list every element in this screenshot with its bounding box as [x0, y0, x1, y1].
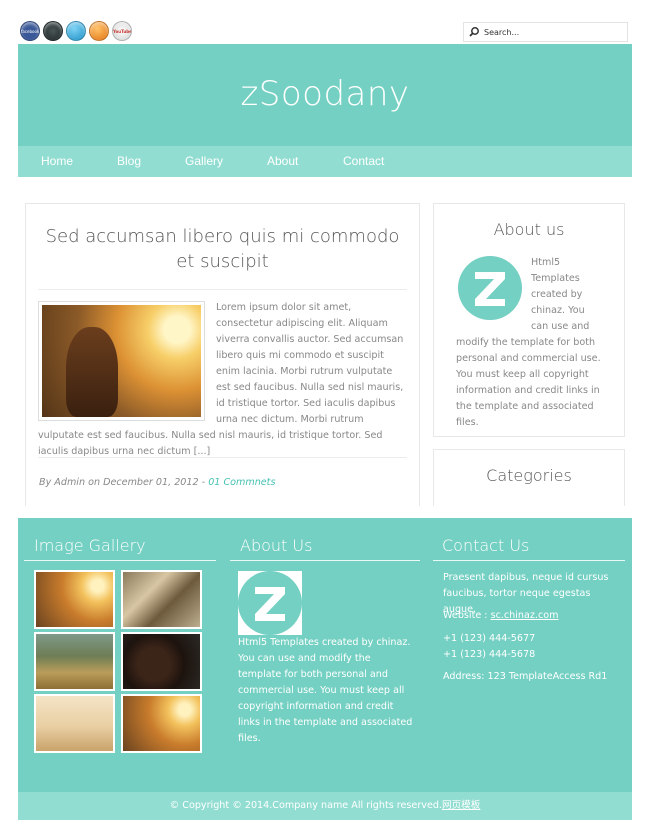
search-input[interactable] [484, 24, 624, 40]
twitter-icon[interactable] [66, 21, 86, 41]
sidebar-about: About us Html5 Templates created by chin… [433, 203, 625, 437]
gallery-thumb-6[interactable] [121, 694, 202, 753]
comments-link[interactable]: 01 Commnets [208, 477, 275, 488]
nav-gallery[interactable]: Gallery [185, 154, 223, 168]
youtube-icon[interactable]: YouTube [112, 21, 132, 41]
contact-address: Address: 123 TemplateAccess Rd1 [443, 671, 608, 682]
divider [433, 560, 625, 561]
gallery-thumb-2[interactable] [121, 570, 202, 629]
contact-phone-1: +1 (123) 444-5677 [443, 633, 536, 644]
search-box [463, 22, 628, 42]
contact-phone-2: +1 (123) 444-5678 [443, 649, 536, 660]
gallery-title: Image Gallery [34, 536, 146, 555]
website-label: Website : [443, 610, 491, 621]
main-nav: Home Blog Gallery About Contact [18, 146, 632, 177]
contact-title: Contact Us [442, 536, 530, 555]
blog-post: Sed accumsan libero quis mi commodo et s… [25, 203, 420, 506]
nav-home[interactable]: Home [41, 154, 73, 168]
gallery-thumb-5[interactable] [34, 694, 115, 753]
footer-about-text: Html5 Templates created by chinaz. You c… [238, 637, 413, 744]
gallery-thumb-1[interactable] [34, 570, 115, 629]
divider [24, 560, 216, 561]
post-title[interactable]: Sed accumsan libero quis mi commodo et s… [36, 224, 409, 274]
divider [38, 289, 407, 290]
sidebar-about-title: About us [493, 220, 565, 239]
nav-contact[interactable]: Contact [343, 154, 384, 168]
website-link[interactable]: sc.chinaz.com [491, 610, 559, 621]
site-header: zSoodany [18, 44, 632, 146]
rss-icon[interactable] [89, 21, 109, 41]
gallery-thumb-3[interactable] [34, 632, 115, 691]
copyright-link[interactable]: 网页模板 [442, 800, 480, 811]
social-icons: facebook YouTube [20, 21, 132, 41]
facebook-icon[interactable]: facebook [20, 21, 40, 41]
copyright-text: © Copyright © 2014.Company name All righ… [169, 800, 442, 811]
nav-about[interactable]: About [267, 154, 298, 168]
top-bar: facebook YouTube [20, 20, 630, 44]
contact-website: Website : sc.chinaz.com [443, 608, 623, 624]
sidebar-categories-title: Categories [486, 466, 572, 485]
gallery-thumb-4[interactable] [121, 632, 202, 691]
post-meta: By Admin on December 01, 2012 - 01 Commn… [39, 477, 275, 488]
post-author-date: By Admin on December 01, 2012 - [39, 477, 209, 488]
post-image[interactable] [38, 301, 205, 421]
footer-about-title: About Us [240, 536, 313, 555]
sidebar-categories: Categories [433, 449, 625, 506]
divider [38, 457, 407, 458]
google-icon[interactable] [43, 21, 63, 41]
site-title[interactable]: zSoodany [18, 74, 632, 114]
z-logo-icon [238, 571, 302, 635]
girl-sunset-image [42, 305, 201, 417]
site-footer: Image Gallery About Us Html5 Templates c… [18, 518, 632, 792]
copyright-bar: © Copyright © 2014.Company name All righ… [18, 792, 632, 820]
search-icon[interactable] [467, 25, 481, 39]
divider [230, 560, 420, 561]
nav-blog[interactable]: Blog [117, 154, 141, 168]
z-logo-icon [458, 256, 522, 320]
